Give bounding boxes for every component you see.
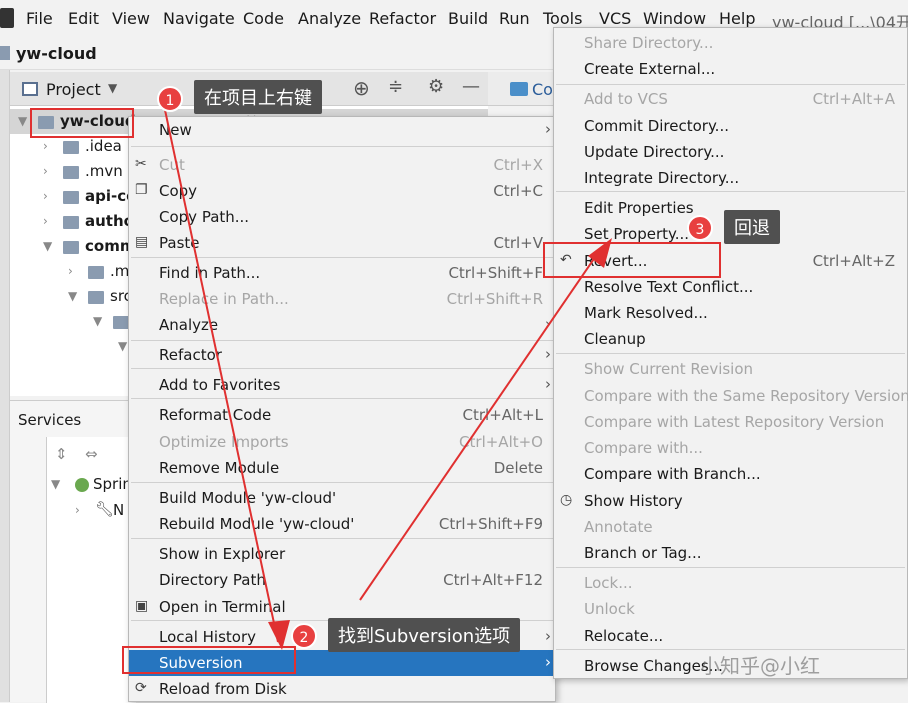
step-badge-1: 1: [157, 86, 183, 112]
arrow-line-2: [359, 249, 601, 601]
arrow-line-1: [164, 109, 279, 643]
highlight-box-revert: [543, 242, 721, 278]
step-badge-2: 2: [291, 623, 317, 649]
watermark: 小知乎@小红: [700, 654, 820, 678]
step-badge-3: 3: [687, 215, 713, 241]
step-tip-1: 在项目上右键: [194, 80, 322, 114]
highlight-box-subversion: [122, 646, 296, 674]
step-tip-3: 回退: [724, 210, 780, 244]
annotation-arrows: [164, 109, 612, 650]
step-tip-2: 找到Subversion选项: [328, 618, 521, 652]
highlight-box-project: [30, 108, 134, 138]
